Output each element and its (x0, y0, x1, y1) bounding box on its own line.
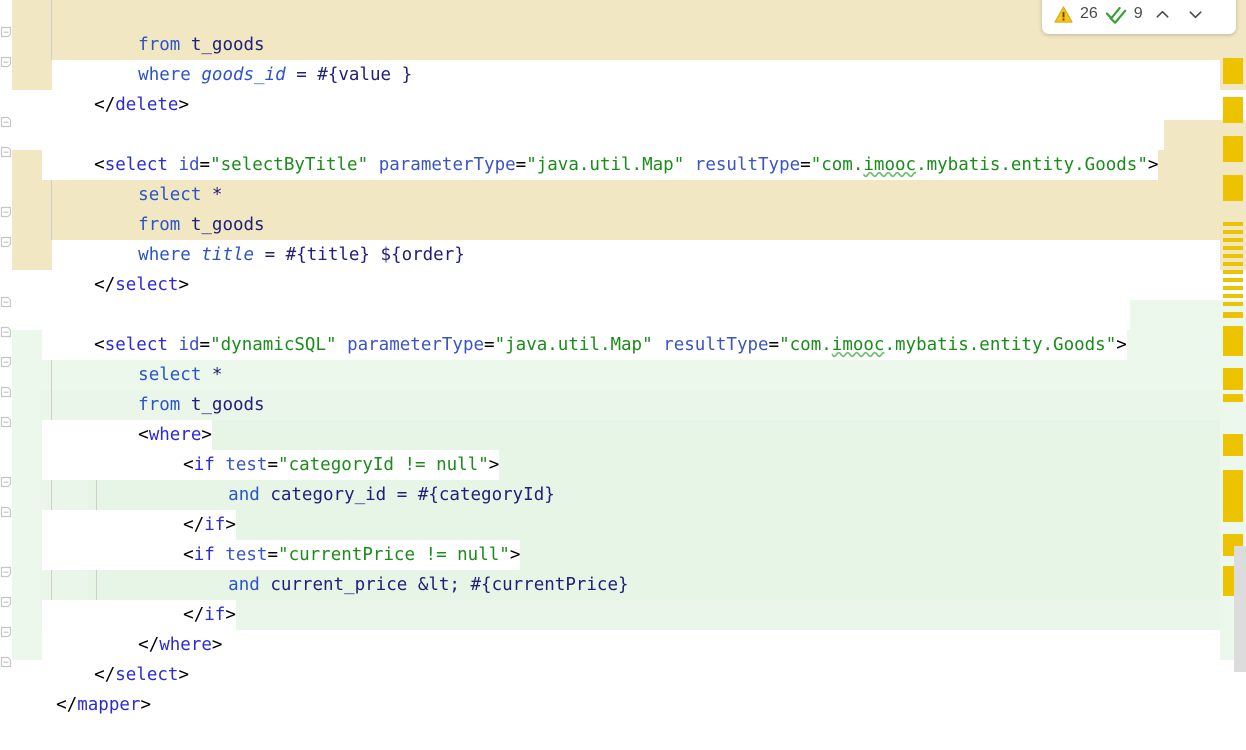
inspection-check-icon (1105, 5, 1127, 24)
fold-collapse-icon[interactable] (0, 596, 12, 608)
code-line[interactable]: </where> (0, 600, 1246, 660)
warning-marker[interactable] (1223, 286, 1243, 290)
warning-marker[interactable] (1223, 470, 1243, 522)
code-line[interactable]: <if test="categoryId != null"> (0, 420, 1246, 480)
code-line[interactable]: <select id="selectByTitle" parameterType… (0, 120, 1246, 180)
warning-marker[interactable] (1223, 368, 1243, 390)
code-line[interactable]: </if> (0, 570, 1246, 630)
fold-expand-icon[interactable] (0, 416, 12, 428)
fold-expand-icon[interactable] (0, 326, 12, 338)
warning-marker[interactable] (1223, 270, 1243, 274)
fold-collapse-icon[interactable] (0, 626, 12, 638)
fold-expand-icon[interactable] (0, 146, 12, 158)
code-token: </ (56, 695, 78, 715)
warning-marker[interactable] (1223, 175, 1243, 201)
warning-marker[interactable] (1223, 136, 1243, 162)
code-line-content: </mapper> (42, 690, 151, 720)
code-line[interactable]: where goods_id = #{value } (0, 30, 1246, 85)
warning-marker[interactable] (1223, 326, 1243, 356)
code-line[interactable]: and current_price &lt; #{currentPrice} (0, 540, 1246, 595)
code-editor[interactable]: from t_goods where goods_id = #{value } … (0, 0, 1246, 715)
warning-marker[interactable] (1223, 238, 1243, 242)
chevron-up-icon[interactable] (1150, 1, 1176, 27)
inspection-ok-count: 9 (1133, 5, 1143, 22)
code-line[interactable]: </select> (0, 630, 1246, 690)
warning-marker[interactable] (1223, 278, 1243, 282)
code-line[interactable]: select * (0, 330, 1246, 385)
fold-collapse-icon[interactable] (0, 56, 12, 68)
code-token: mapper (77, 695, 141, 715)
code-line[interactable]: </delete> (0, 60, 1246, 120)
fold-expand-icon[interactable] (0, 506, 12, 518)
warning-marker[interactable] (1223, 312, 1243, 318)
fold-expand-icon[interactable] (0, 386, 12, 398)
chevron-down-icon[interactable] (1183, 1, 1209, 27)
fold-collapse-icon[interactable] (0, 26, 12, 38)
warning-count: 26 (1080, 5, 1098, 22)
warning-marker[interactable] (1223, 394, 1243, 402)
code-line[interactable]: from t_goods (0, 180, 1246, 235)
code-line-blank[interactable] (0, 90, 1246, 120)
warning-marker[interactable] (1223, 302, 1243, 306)
fold-collapse-icon[interactable] (0, 566, 12, 578)
fold-collapse-icon[interactable] (0, 356, 12, 368)
fold-gutter[interactable] (0, 0, 12, 672)
fold-expand-icon[interactable] (0, 656, 12, 668)
warning-marker[interactable] (1223, 294, 1243, 298)
warning-marker[interactable] (1223, 254, 1243, 258)
fold-collapse-icon[interactable] (0, 236, 12, 248)
code-line[interactable]: </if> (0, 480, 1246, 540)
fold-collapse-icon[interactable] (0, 206, 12, 218)
code-line-blank[interactable] (0, 270, 1246, 300)
code-line[interactable]: and category_id = #{categoryId} (0, 450, 1246, 505)
code-line[interactable]: from t_goods (0, 360, 1246, 415)
warning-marker[interactable] (1223, 230, 1243, 234)
warning-marker[interactable] (1223, 246, 1243, 250)
code-line[interactable]: </mapper> (0, 660, 1246, 715)
code-line[interactable]: <where> (0, 390, 1246, 450)
warning-triangle-icon (1054, 5, 1073, 24)
code-line[interactable]: select * (0, 150, 1246, 205)
scrollbar-thumb[interactable] (1234, 546, 1246, 672)
fold-expand-icon[interactable] (0, 116, 12, 128)
code-line[interactable]: where title = #{title} ${order} (0, 210, 1246, 265)
warning-marker[interactable] (1223, 58, 1243, 84)
fold-expand-icon[interactable] (0, 296, 12, 308)
warning-marker[interactable] (1223, 97, 1243, 123)
warning-marker[interactable] (1223, 262, 1243, 266)
fold-collapse-icon[interactable] (0, 476, 12, 488)
code-line[interactable]: </select> (0, 240, 1246, 300)
code-token: > (140, 695, 151, 715)
code-line[interactable]: <if test="currentPrice != null"> (0, 510, 1246, 570)
code-line[interactable]: <select id="dynamicSQL" parameterType="j… (0, 300, 1246, 360)
warning-marker[interactable] (1223, 434, 1243, 456)
warning-marker[interactable] (1223, 222, 1243, 226)
inspection-widget[interactable]: 26 9 (1042, 0, 1236, 34)
